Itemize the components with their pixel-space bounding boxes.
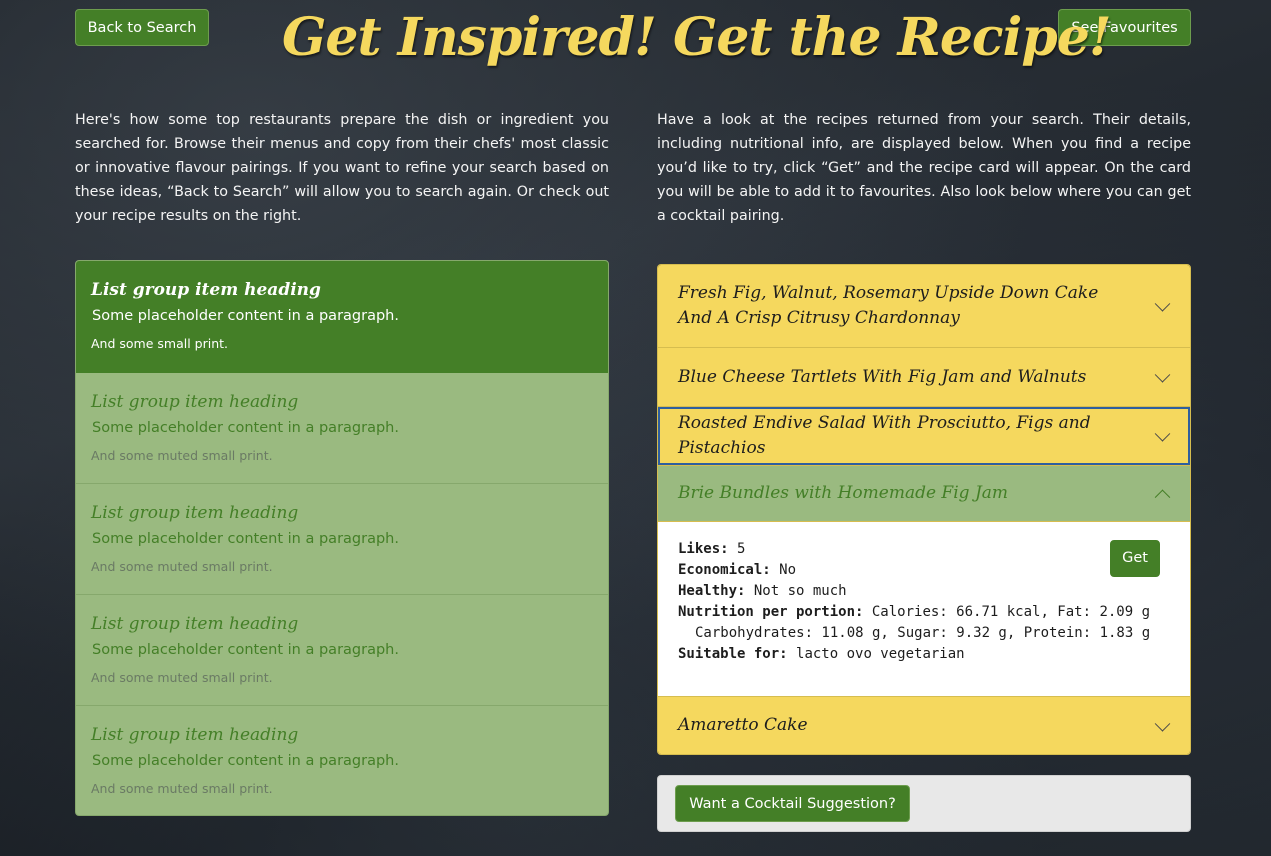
get-the-recipe-title: Get the Recipe! bbox=[673, 7, 1112, 68]
list-item-heading: List group item heading bbox=[91, 614, 299, 634]
suitable-row: Suitable for: lacto ovo vegetarian bbox=[678, 644, 1170, 665]
suitable-value: lacto ovo vegetarian bbox=[796, 646, 965, 662]
accordion-header-roasted-endive-salad[interactable]: Roasted Endive Salad With Prosciutto, Fi… bbox=[658, 407, 1190, 466]
nutrition-line-1: Calories: 66.71 kcal, Fat: 2.09 g bbox=[871, 604, 1151, 620]
get-recipe-button[interactable]: Get bbox=[1110, 540, 1160, 577]
inspiration-intro-text: Here's how some top restaurants prepare … bbox=[75, 112, 609, 224]
accordion-title: Fresh Fig, Walnut, Rosemary Upside Down … bbox=[678, 283, 1099, 328]
list-item-heading: List group item heading bbox=[91, 280, 321, 300]
nutrition-row: Nutrition per portion: Calories: 66.71 k… bbox=[678, 602, 1170, 623]
list-item-text: Some placeholder content in a paragraph. bbox=[92, 753, 399, 769]
accordion-title: Amaretto Cake bbox=[678, 715, 808, 735]
accordion-header-amaretto-cake[interactable]: Amaretto Cake bbox=[658, 697, 1190, 754]
chevron-down-icon bbox=[1154, 296, 1171, 312]
chevron-down-icon bbox=[1154, 367, 1171, 383]
accordion-title: Brie Bundles with Homemade Fig Jam bbox=[678, 483, 1009, 503]
accordion-title: Roasted Endive Salad With Prosciutto, Fi… bbox=[678, 413, 1091, 458]
chevron-up-icon bbox=[1154, 489, 1171, 505]
list-group-item[interactable]: List group item heading Some placeholder… bbox=[76, 261, 608, 373]
list-item-small-print: And some muted small print. bbox=[91, 670, 273, 685]
recipe-accordion: Fresh Fig, Walnut, Rosemary Upside Down … bbox=[657, 264, 1191, 755]
economical-row: Economical: No bbox=[678, 560, 1170, 581]
accordion-header-blue-cheese-tartlets[interactable]: Blue Cheese Tartlets With Fig Jam and Wa… bbox=[658, 348, 1190, 407]
list-item-small-print: And some muted small print. bbox=[91, 559, 273, 574]
suitable-label: Suitable for: bbox=[678, 646, 788, 662]
list-group-item[interactable]: List group item heading Some placeholder… bbox=[76, 595, 608, 706]
list-group-item[interactable]: List group item heading Some placeholder… bbox=[76, 706, 608, 815]
list-item-heading: List group item heading bbox=[91, 392, 299, 412]
likes-label: Likes: bbox=[678, 541, 729, 557]
economical-label: Economical: bbox=[678, 562, 771, 578]
accordion-title: Blue Cheese Tartlets With Fig Jam and Wa… bbox=[678, 366, 1087, 387]
back-to-search-button[interactable]: Back to Search bbox=[75, 9, 209, 46]
healthy-row: Healthy: Not so much bbox=[678, 581, 1170, 602]
accordion-header-fig-walnut-cake[interactable]: Fresh Fig, Walnut, Rosemary Upside Down … bbox=[658, 265, 1190, 348]
healthy-label: Healthy: bbox=[678, 583, 746, 599]
chevron-down-icon bbox=[1154, 426, 1171, 442]
accordion-header-brie-bundles[interactable]: Brie Bundles with Homemade Fig Jam bbox=[658, 466, 1190, 522]
list-item-heading: List group item heading bbox=[91, 725, 299, 745]
list-item-small-print: And some small print. bbox=[91, 336, 228, 351]
likes-value: 5 bbox=[737, 541, 746, 557]
recipe-intro-text: Have a look at the recipes returned from… bbox=[657, 112, 1191, 224]
list-item-text: Some placeholder content in a paragraph. bbox=[92, 420, 399, 436]
economical-value: No bbox=[779, 562, 797, 578]
list-item-small-print: And some muted small print. bbox=[91, 448, 273, 463]
list-item-text: Some placeholder content in a paragraph. bbox=[92, 642, 399, 658]
nutrition-label: Nutrition per portion: bbox=[678, 604, 864, 620]
likes-row: Likes: 5 bbox=[678, 539, 1170, 560]
cocktail-card: Want a Cocktail Suggestion? bbox=[657, 775, 1191, 832]
list-item-text: Some placeholder content in a paragraph. bbox=[92, 308, 399, 324]
chevron-down-icon bbox=[1154, 715, 1171, 732]
list-group-item[interactable]: List group item heading Some placeholder… bbox=[76, 373, 608, 484]
recipe-details-panel: Likes: 5 Economical: No Healthy: Not so … bbox=[658, 522, 1190, 697]
cocktail-suggestion-button[interactable]: Want a Cocktail Suggestion? bbox=[675, 785, 910, 822]
list-group-item[interactable]: List group item heading Some placeholder… bbox=[76, 484, 608, 595]
nutrition-line-2: Carbohydrates: 11.08 g, Sugar: 9.32 g, P… bbox=[695, 625, 1151, 641]
healthy-value: Not so much bbox=[753, 583, 847, 599]
restaurant-list-group: List group item heading Some placeholder… bbox=[75, 260, 609, 816]
get-inspired-title: Get Inspired! bbox=[282, 7, 657, 68]
list-item-small-print: And some muted small print. bbox=[91, 781, 273, 796]
list-item-text: Some placeholder content in a paragraph. bbox=[92, 531, 399, 547]
list-item-heading: List group item heading bbox=[91, 503, 299, 523]
